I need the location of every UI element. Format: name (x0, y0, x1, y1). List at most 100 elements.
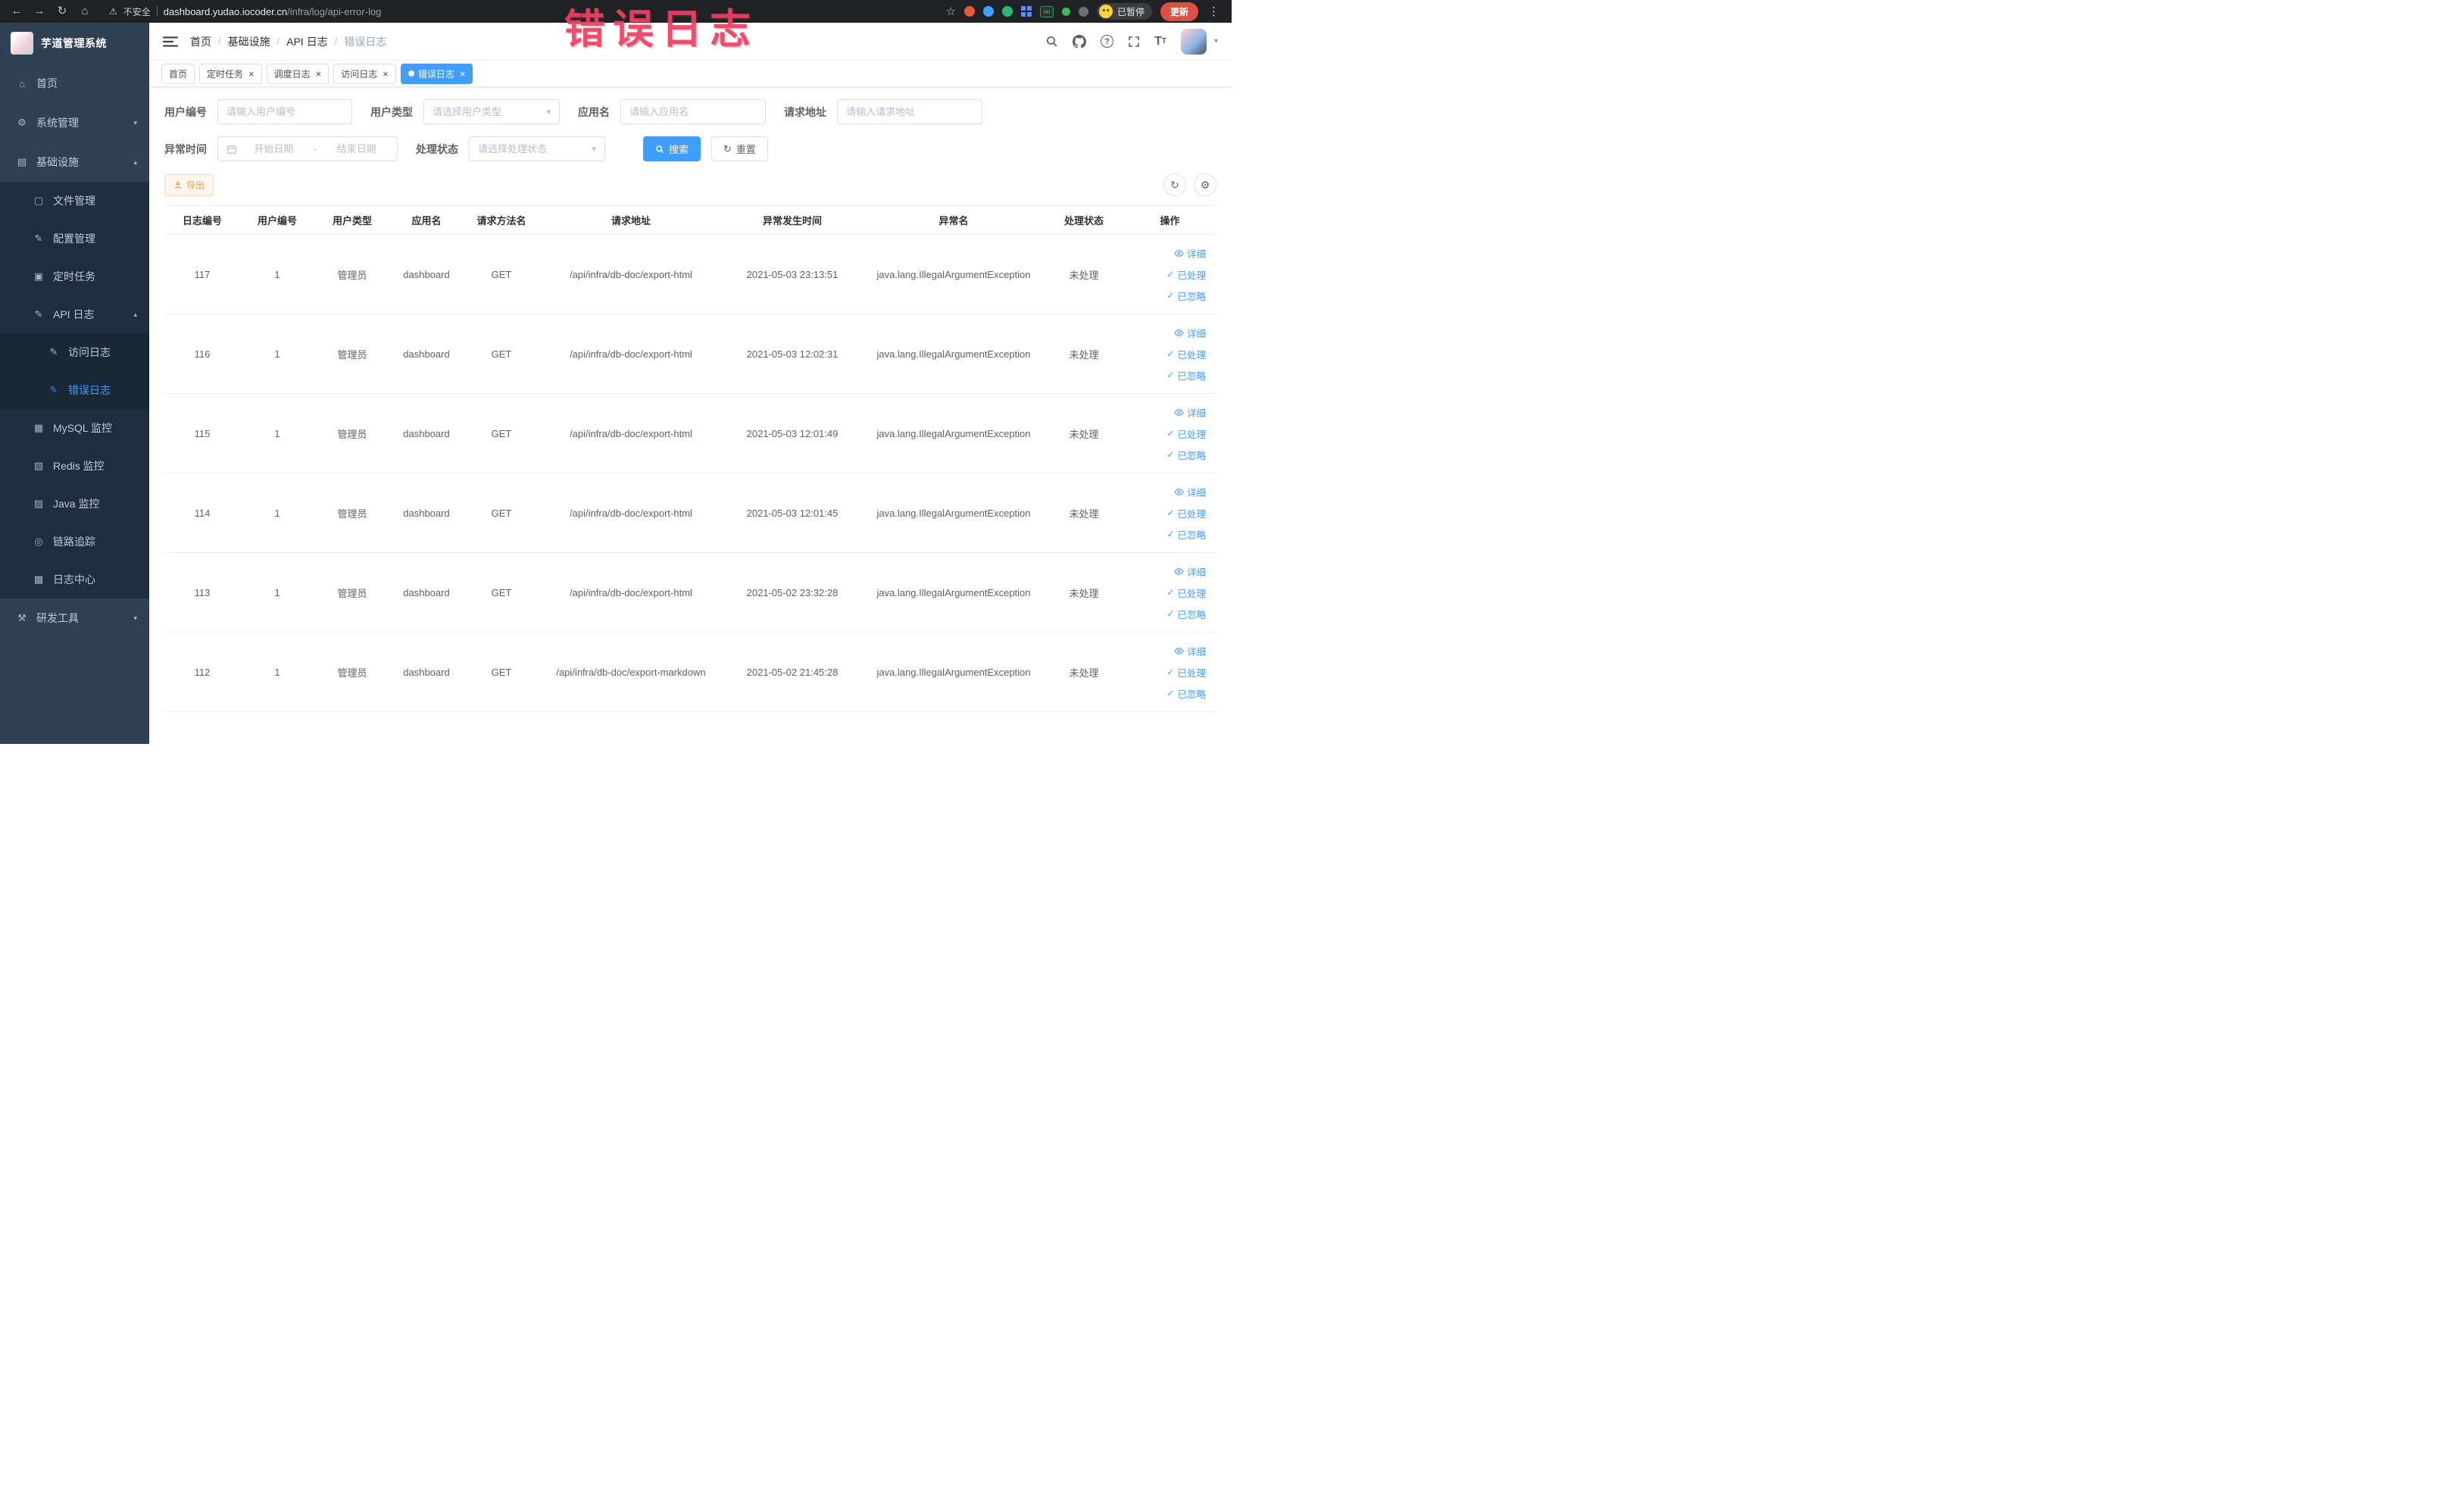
mark-ignored-link[interactable]: ✓ 已忽略 (1166, 607, 1206, 621)
font-size-icon[interactable]: TT (1154, 35, 1166, 48)
refresh-button[interactable]: ↻ (1163, 173, 1186, 196)
reload-icon[interactable]: ↻ (53, 0, 71, 23)
detail-link[interactable]: 详细 (1174, 564, 1206, 579)
address-divider (156, 6, 158, 17)
breadcrumb-item[interactable]: 基础设施 (228, 34, 270, 49)
tab-job[interactable]: 定时任务 × (199, 63, 262, 84)
extension-small-green-icon[interactable] (1061, 7, 1070, 16)
mark-ignored-link[interactable]: ✓ 已忽略 (1166, 527, 1206, 542)
extension-paw-icon[interactable] (1078, 6, 1088, 17)
sidebar-item-java[interactable]: ▨ Java 监控 (0, 485, 149, 523)
update-button[interactable]: 更新 (1160, 2, 1198, 21)
chevron-down-icon[interactable]: ▾ (1214, 37, 1218, 45)
hamburger-icon[interactable] (163, 34, 178, 49)
end-date-input[interactable] (324, 143, 389, 155)
sidebar-item-file[interactable]: ▢ 文件管理 (0, 182, 149, 220)
mark-ignored-link[interactable]: ✓ 已忽略 (1166, 289, 1206, 303)
reset-button[interactable]: ↻ 重置 (711, 136, 768, 161)
breadcrumb-item[interactable]: 首页 (190, 34, 211, 49)
tab-error-log[interactable]: 错误日志 × (400, 63, 473, 84)
sidebar-item-config[interactable]: ✎ 配置管理 (0, 220, 149, 258)
github-icon[interactable] (1073, 34, 1087, 48)
tab-label: 调度日志 (273, 68, 311, 80)
extension-green-icon[interactable] (1001, 6, 1013, 17)
check-icon: ✓ (1166, 370, 1175, 380)
process-status-select[interactable]: ▾ (469, 136, 605, 161)
cell-operations: 详细 ✓ 已处理 ✓ 已忽略 (1123, 552, 1216, 633)
mark-ignored-link[interactable]: ✓ 已忽略 (1166, 368, 1206, 383)
user-id-input[interactable] (226, 106, 343, 117)
sidebar-item-infra[interactable]: ▤ 基础设施 ▴ (0, 142, 149, 182)
bookmark-star-icon[interactable]: ☆ (946, 5, 956, 18)
forward-icon[interactable]: → (30, 0, 48, 23)
extension-grid-icon[interactable] (1020, 6, 1032, 17)
mark-ignored-link[interactable]: ✓ 已忽略 (1166, 686, 1206, 701)
mark-processed-link[interactable]: ✓ 已处理 (1166, 267, 1206, 282)
start-date-input[interactable] (242, 143, 306, 155)
mark-processed-link[interactable]: ✓ 已处理 (1166, 506, 1206, 520)
user-type-select[interactable]: ▾ (423, 99, 560, 124)
sidebar: 芋道管理系统 ⌂ 首页 ⚙ 系统管理 ▾ ▤ 基础设施 ▴ ▢ 文件管理 ✎ 配置管理 ▣ 定时任务 ✎ AP… (0, 23, 149, 744)
cell-app-name: dashboard (390, 473, 463, 553)
sidebar-item-tracer[interactable]: ◎ 链路追踪 (0, 523, 149, 561)
search-icon[interactable] (1045, 35, 1058, 48)
sidebar-item-access-log[interactable]: ✎ 访问日志 (0, 333, 149, 371)
detail-link[interactable]: 详细 (1174, 485, 1206, 499)
column-settings-button[interactable]: ⚙ (1194, 173, 1216, 196)
sidebar-item-label: 定时任务 (53, 270, 95, 283)
tab-access-log[interactable]: 访问日志 × (333, 63, 396, 84)
close-icon[interactable]: × (383, 69, 389, 79)
exception-time-range-picker[interactable]: - (217, 136, 398, 161)
tab-home[interactable]: 首页 (161, 63, 195, 84)
cell-status: 未处理 (1045, 473, 1123, 553)
logo[interactable]: 芋道管理系统 (0, 23, 149, 64)
close-icon[interactable]: × (316, 69, 322, 79)
extension-on-icon[interactable]: on (1039, 5, 1054, 17)
refresh-icon: ↻ (1170, 178, 1179, 191)
tab-job-log[interactable]: 调度日志 × (266, 63, 329, 84)
help-icon[interactable]: ? (1101, 35, 1114, 48)
browser-profile-chip[interactable]: 已暂停 (1096, 3, 1152, 20)
back-icon[interactable]: ← (8, 0, 26, 23)
sidebar-item-job[interactable]: ▣ 定时任务 (0, 258, 149, 295)
process-status-select-input[interactable] (478, 143, 588, 155)
home-icon[interactable]: ⌂ (76, 0, 94, 23)
detail-link[interactable]: 详细 (1174, 405, 1206, 420)
sidebar-item-error-log[interactable]: ✎ 错误日志 (0, 371, 149, 409)
extension-red-icon[interactable] (963, 6, 975, 17)
mark-processed-link[interactable]: ✓ 已处理 (1166, 586, 1206, 600)
ignored-link-label: 已忽略 (1177, 450, 1206, 461)
browser-menu-icon[interactable]: ⋮ (1207, 5, 1221, 18)
detail-link[interactable]: 详细 (1174, 246, 1206, 261)
address-bar[interactable]: ⚠ 不安全 dashboard.yudao.iocoder.cn/infra/l… (109, 5, 942, 18)
sidebar-item-redis[interactable]: ▧ Redis 监控 (0, 447, 149, 485)
access-log-icon: ✎ (49, 346, 58, 358)
check-icon: ✓ (1166, 290, 1175, 301)
request-url-input[interactable] (846, 106, 973, 117)
sidebar-item-home[interactable]: ⌂ 首页 (0, 64, 149, 103)
sidebar-item-dev-tools[interactable]: ⚒ 研发工具 ▾ (0, 598, 149, 638)
sidebar-item-system[interactable]: ⚙ 系统管理 ▾ (0, 103, 149, 142)
user-type-select-input[interactable] (433, 106, 542, 117)
detail-link[interactable]: 详细 (1174, 326, 1206, 340)
extension-blue-icon[interactable] (982, 6, 994, 17)
sidebar-item-mysql[interactable]: ▦ MySQL 监控 (0, 409, 149, 447)
sidebar-item-api-log[interactable]: ✎ API 日志 ▴ (0, 295, 149, 333)
cell-user-id: 1 (240, 632, 314, 712)
detail-link[interactable]: 详细 (1174, 644, 1206, 658)
close-icon[interactable]: × (248, 69, 255, 79)
breadcrumb-item[interactable]: API 日志 (286, 34, 327, 49)
search-button[interactable]: 搜索 (643, 136, 701, 161)
sidebar-item-log-center[interactable]: ▩ 日志中心 (0, 561, 149, 598)
mark-ignored-link[interactable]: ✓ 已忽略 (1166, 448, 1206, 462)
warning-icon: ⚠ (109, 6, 117, 17)
export-button-label: 导出 (186, 180, 205, 191)
fullscreen-icon[interactable] (1128, 36, 1140, 48)
user-avatar[interactable] (1180, 28, 1207, 55)
mark-processed-link[interactable]: ✓ 已处理 (1166, 426, 1206, 441)
app-name-input[interactable] (629, 106, 757, 117)
export-button[interactable]: 导出 (164, 173, 214, 196)
close-icon[interactable]: × (460, 69, 466, 79)
mark-processed-link[interactable]: ✓ 已处理 (1166, 665, 1206, 679)
mark-processed-link[interactable]: ✓ 已处理 (1166, 347, 1206, 361)
